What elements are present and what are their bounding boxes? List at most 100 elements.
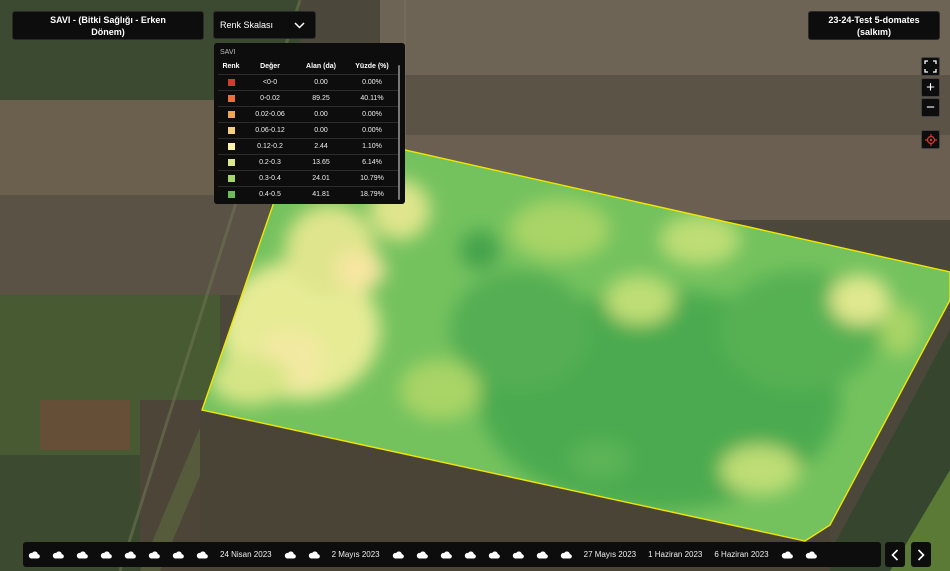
legend-range: 0.02-0.06 — [244, 106, 296, 123]
cloud-icon[interactable] — [100, 550, 112, 559]
timeline-date[interactable]: 1 Haziran 2023 — [648, 550, 702, 559]
zoom-out-button[interactable]: − — [921, 98, 940, 117]
layer-title-line1: SAVI - (Bitki Sağlığı - Erken — [50, 15, 166, 25]
chevron-down-icon — [294, 21, 305, 29]
field-title-line1: 23-24-Test 5-domates — [828, 15, 920, 25]
zoom-in-button[interactable]: + — [921, 78, 940, 97]
timeline-date[interactable]: 6 Haziran 2023 — [714, 550, 768, 559]
color-swatch — [227, 142, 235, 150]
legend-percent: 0.00% — [346, 122, 398, 139]
locate-button[interactable] — [921, 130, 940, 149]
legend-percent: 0.00% — [346, 74, 398, 91]
fullscreen-icon — [924, 60, 937, 73]
savi-legend: SAVI Renk Değer Alan (da) Yüzde (%) <0-0… — [214, 43, 405, 204]
cloud-icon[interactable] — [805, 550, 817, 559]
color-scale-dropdown-label: Renk Skalası — [220, 20, 274, 30]
color-swatch — [227, 78, 235, 86]
legend-percent: 10.79% — [346, 170, 398, 187]
chevron-right-icon — [917, 548, 925, 561]
cloud-icon[interactable] — [148, 550, 160, 559]
color-swatch — [227, 126, 235, 134]
timeline-date[interactable]: 24 Nisan 2023 — [220, 550, 272, 559]
legend-area: 0.00 — [296, 106, 346, 123]
legend-col-area: Alan (da) — [306, 63, 336, 70]
legend-row: 0.02-0.06 0.00 0.00% — [218, 106, 398, 123]
color-swatch — [227, 94, 235, 102]
legend-range: 0.06-0.12 — [244, 122, 296, 139]
legend-range: 0-0.02 — [244, 90, 296, 107]
cloud-icon[interactable] — [488, 550, 500, 559]
cloud-icon[interactable] — [308, 550, 320, 559]
legend-swatch-cell — [218, 74, 244, 91]
cloud-icon[interactable] — [52, 550, 64, 559]
layer-title-line2: Dönem) — [91, 27, 125, 37]
legend-row: 0.12-0.2 2.44 1.10% — [218, 138, 398, 155]
legend-swatch-cell — [218, 138, 244, 155]
timeline-prev-button[interactable] — [885, 542, 905, 567]
satellite-map[interactable] — [0, 0, 950, 571]
cloud-icon[interactable] — [416, 550, 428, 559]
plus-icon: + — [926, 79, 935, 96]
timeline-next-button[interactable] — [911, 542, 931, 567]
cloud-icon[interactable] — [536, 550, 548, 559]
legend-row: 0-0.02 89.25 40.11% — [218, 90, 398, 107]
cloud-icon[interactable] — [124, 550, 136, 559]
legend-swatch-cell — [218, 186, 244, 202]
legend-swatch-cell — [218, 170, 244, 187]
cloud-icon[interactable] — [28, 550, 40, 559]
legend-area: 41.81 — [296, 186, 346, 202]
cloud-icon[interactable] — [76, 550, 88, 559]
legend-percent: 0.00% — [346, 106, 398, 123]
date-timeline[interactable]: 24 Nisan 2023 2 Mayıs 2023 27 Mayıs 2023 1 … — [23, 542, 881, 567]
chevron-left-icon — [891, 548, 899, 561]
legend-swatch-cell — [218, 90, 244, 107]
legend-percent: 40.11% — [346, 90, 398, 107]
cloud-icon[interactable] — [284, 550, 296, 559]
legend-col-color: Renk — [222, 63, 240, 70]
legend-row: 0.2-0.3 13.65 6.14% — [218, 154, 398, 171]
legend-row: 0.06-0.12 0.00 0.00% — [218, 122, 398, 139]
legend-area: 24.01 — [296, 170, 346, 187]
legend-range: 0.12-0.2 — [244, 138, 296, 155]
timeline-date[interactable]: 27 Mayıs 2023 — [584, 550, 636, 559]
legend-percent: 18.79% — [346, 186, 398, 202]
color-scale-dropdown[interactable]: Renk Skalası — [213, 11, 316, 39]
legend-area: 0.00 — [296, 122, 346, 139]
cloud-icon[interactable] — [196, 550, 208, 559]
legend-swatch-cell — [218, 122, 244, 139]
fullscreen-button[interactable] — [921, 57, 940, 76]
legend-area: 0.00 — [296, 74, 346, 91]
legend-area: 13.65 — [296, 154, 346, 171]
legend-swatch-cell — [218, 106, 244, 123]
legend-range: <0-0 — [244, 74, 296, 91]
color-swatch — [227, 190, 235, 198]
layer-title-panel: SAVI - (Bitki Sağlığı - Erken Dönem) — [12, 11, 204, 40]
legend-title: SAVI — [220, 49, 236, 56]
legend-percent: 6.14% — [346, 154, 398, 171]
color-swatch — [227, 110, 235, 118]
legend-row: 0.4-0.5 41.81 18.79% — [218, 186, 398, 202]
legend-table: Renk Değer Alan (da) Yüzde (%) <0-0 0.00 0… — [218, 61, 398, 202]
timeline-date[interactable]: 2 Mayıs 2023 — [332, 550, 380, 559]
cloud-icon[interactable] — [464, 550, 476, 559]
cloud-icon[interactable] — [392, 550, 404, 559]
cloud-icon[interactable] — [172, 550, 184, 559]
legend-swatch-cell — [218, 154, 244, 171]
legend-col-value: Değer — [260, 63, 280, 70]
cloud-icon[interactable] — [560, 550, 572, 559]
field-title-panel: 23-24-Test 5-domates (salkım) — [808, 11, 940, 40]
cloud-icon[interactable] — [512, 550, 524, 559]
legend-scrollbar[interactable] — [398, 65, 400, 200]
legend-area: 89.25 — [296, 90, 346, 107]
legend-row: 0.3-0.4 24.01 10.79% — [218, 170, 398, 187]
legend-col-percent: Yüzde (%) — [355, 63, 389, 70]
legend-percent: 1.10% — [346, 138, 398, 155]
legend-row: <0-0 0.00 0.00% — [218, 74, 398, 91]
legend-area: 2.44 — [296, 138, 346, 155]
legend-range: 0.3-0.4 — [244, 170, 296, 187]
cloud-icon[interactable] — [781, 550, 793, 559]
color-swatch — [227, 158, 235, 166]
locate-icon — [924, 133, 937, 146]
cloud-icon[interactable] — [440, 550, 452, 559]
legend-range: 0.2-0.3 — [244, 154, 296, 171]
